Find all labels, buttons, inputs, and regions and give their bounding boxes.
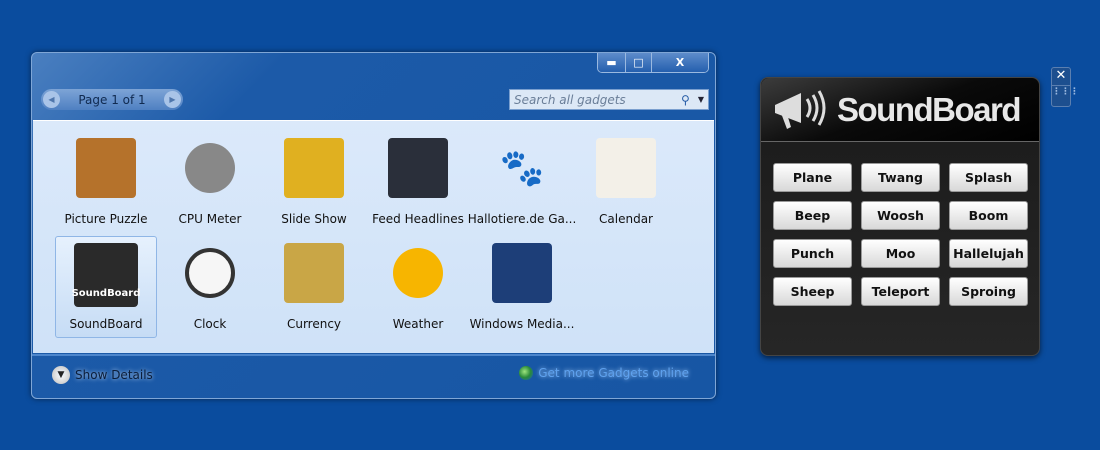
gadget-label: Hallotiere.de Ga...: [467, 212, 577, 226]
gadget-label: CPU Meter: [178, 212, 242, 226]
gadget-tile[interactable]: Picture Puzzle: [55, 131, 157, 233]
megaphone-icon: SoundBoard: [72, 243, 140, 307]
clock-icon: [185, 248, 235, 298]
gadget-tile[interactable]: Feed Headlines: [367, 131, 469, 233]
gadget-grid: Picture Puzzle CPU Meter Slide Show Feed He…: [33, 120, 714, 353]
gadget-label: Slide Show: [281, 212, 347, 226]
sound-button[interactable]: Boom: [949, 201, 1028, 230]
puzzle-icon: [76, 138, 136, 198]
calendar-icon: [596, 138, 656, 198]
get-more-label: Get more Gadgets online: [538, 366, 689, 380]
sound-button[interactable]: Splash: [949, 163, 1028, 192]
media-center-icon: [492, 243, 552, 303]
gadget-tile[interactable]: Clock: [159, 236, 261, 338]
maximize-button[interactable]: □: [626, 53, 652, 72]
search-dropdown-icon[interactable]: ▼: [698, 95, 704, 104]
currency-icon: [284, 243, 344, 303]
gadget-tile[interactable]: Slide Show: [263, 131, 365, 233]
next-page-button[interactable]: ▶: [164, 91, 181, 108]
sound-button[interactable]: Sproing: [949, 277, 1028, 306]
cpu-meter-icon: [185, 143, 235, 193]
gadget-tile[interactable]: CPU Meter: [159, 131, 261, 233]
chevron-down-icon: ▼: [52, 366, 70, 384]
gadget-label: Currency: [286, 317, 342, 331]
gadget-label: SoundBoard: [69, 317, 143, 331]
drag-handle-icon[interactable]: ⋮⋮⋮: [1052, 86, 1079, 97]
gadget-tile[interactable]: Currency: [263, 236, 365, 338]
paw-icon: 🐾: [499, 148, 545, 189]
gadget-controls: ✕ ⋮⋮⋮: [1051, 67, 1079, 107]
gadget-tile[interactable]: SoundBoard SoundBoard: [55, 236, 157, 338]
gadget-gallery-window: ▬ □ X ◀ Page 1 of 1 ▶ Search all gadgets…: [31, 52, 716, 399]
caption-buttons: ▬ □ X: [597, 53, 709, 73]
sound-button[interactable]: Punch: [773, 239, 852, 268]
pager: ◀ Page 1 of 1 ▶: [41, 89, 183, 110]
gadget-label: Feed Headlines: [372, 212, 464, 226]
gadget-tile[interactable]: 🐾 Hallotiere.de Ga...: [468, 131, 577, 233]
close-gadget-button[interactable]: ✕: [1052, 68, 1070, 86]
sound-button[interactable]: Hallelujah: [949, 239, 1028, 268]
megaphone-icon: [775, 89, 826, 129]
sound-button[interactable]: Woosh: [861, 201, 940, 230]
gadget-label: Windows Media...: [469, 317, 575, 331]
sun-icon: [393, 248, 443, 298]
sound-button[interactable]: Plane: [773, 163, 852, 192]
sound-button[interactable]: Beep: [773, 201, 852, 230]
show-details-label: Show Details: [75, 368, 153, 382]
globe-icon: [519, 366, 534, 380]
gadget-label: Clock: [193, 317, 227, 331]
close-button[interactable]: X: [652, 53, 708, 72]
page-label: Page 1 of 1: [78, 92, 146, 107]
feed-icon: [388, 138, 448, 198]
sound-button[interactable]: Teleport: [861, 277, 940, 306]
sound-button[interactable]: Moo: [861, 239, 940, 268]
sound-button[interactable]: Sheep: [773, 277, 852, 306]
search-placeholder: Search all gadgets: [514, 92, 626, 107]
soundboard-header: SoundBoard: [761, 78, 1039, 142]
slideshow-icon: [284, 138, 344, 198]
get-more-gadgets-link[interactable]: Get more Gadgets online: [519, 366, 689, 380]
footer: ▼ Show Details Get more Gadgets online: [32, 354, 715, 398]
soundboard-gadget: SoundBoard Plane Twang Splash Beep Woosh Boom…: [760, 77, 1040, 356]
search-input[interactable]: Search all gadgets ⚲ ▼: [509, 89, 709, 110]
show-details-button[interactable]: ▼ Show Details: [52, 366, 153, 384]
gadget-tile[interactable]: Calendar: [575, 131, 677, 233]
gadget-label: Picture Puzzle: [64, 212, 148, 226]
prev-page-button[interactable]: ◀: [43, 91, 60, 108]
gadget-tile[interactable]: Weather: [367, 236, 469, 338]
gadget-label: Calendar: [599, 212, 653, 226]
gadget-label: Weather: [392, 317, 444, 331]
gadget-tile[interactable]: Windows Media...: [469, 236, 575, 338]
minimize-button[interactable]: ▬: [598, 53, 626, 72]
soundboard-title: SoundBoard: [837, 90, 1021, 128]
sound-button[interactable]: Twang: [861, 163, 940, 192]
search-icon[interactable]: ⚲: [681, 93, 690, 107]
